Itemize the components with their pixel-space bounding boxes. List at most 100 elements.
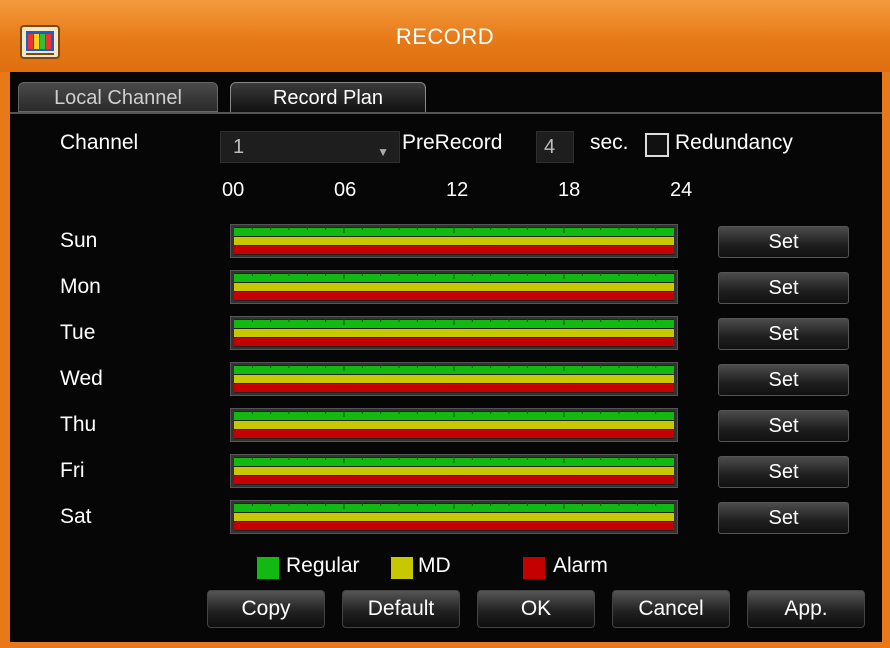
hour-tick <box>545 411 547 414</box>
timeline-wed[interactable] <box>230 362 678 396</box>
timeline-tue[interactable] <box>230 316 678 350</box>
timeline-mon[interactable] <box>230 270 678 304</box>
hour-tick <box>453 227 455 233</box>
hour-tick <box>361 365 363 368</box>
hour-tick <box>563 365 565 371</box>
hour-label-12: 12 <box>446 179 469 201</box>
hour-tick <box>636 411 638 414</box>
hour-tick <box>435 227 437 230</box>
hour-tick <box>306 411 308 414</box>
hour-tick <box>380 273 382 276</box>
hour-tick <box>600 457 602 460</box>
hour-tick <box>581 411 583 414</box>
hour-tick <box>380 227 382 230</box>
hour-tick <box>251 365 253 368</box>
set-button-fri[interactable]: Set <box>718 456 849 488</box>
apply-button[interactable]: App. <box>747 590 865 628</box>
hour-tick <box>655 503 657 506</box>
hour-tick <box>600 411 602 414</box>
timeline-fri[interactable] <box>230 454 678 488</box>
hour-label-18: 18 <box>558 179 581 201</box>
hour-tick <box>251 457 253 460</box>
hour-tick <box>563 273 565 279</box>
legend-swatch-alarm <box>523 557 545 579</box>
copy-button[interactable]: Copy <box>207 590 325 628</box>
hour-tick <box>343 273 345 279</box>
hour-tick <box>471 319 473 322</box>
channel-value: 1 <box>233 136 245 158</box>
redundancy-checkbox[interactable] <box>645 133 669 157</box>
tab-record-plan[interactable]: Record Plan <box>230 82 426 112</box>
hour-tick <box>398 273 400 276</box>
hour-tick <box>655 411 657 414</box>
hour-tick <box>526 273 528 276</box>
hour-tick <box>636 503 638 506</box>
hour-tick <box>490 227 492 230</box>
hour-tick <box>563 319 565 325</box>
hour-tick <box>490 319 492 322</box>
schedule-bars <box>234 365 674 393</box>
hour-tick <box>435 365 437 368</box>
hour-tick <box>655 365 657 368</box>
hour-tick <box>435 411 437 414</box>
hour-tick <box>545 273 547 276</box>
tab-local-channel[interactable]: Local Channel <box>18 82 218 112</box>
hour-tick <box>563 227 565 233</box>
hour-tick <box>251 227 253 230</box>
hour-tick <box>361 319 363 322</box>
ok-button[interactable]: OK <box>477 590 595 628</box>
hour-tick <box>508 411 510 414</box>
hour-tick <box>453 319 455 325</box>
hour-tick <box>600 273 602 276</box>
chevron-down-icon[interactable]: ▼ <box>377 145 389 159</box>
set-button-tue[interactable]: Set <box>718 318 849 350</box>
schedule-segment-alarm <box>234 476 674 484</box>
timeline-sat[interactable] <box>230 500 678 534</box>
hour-tick <box>581 273 583 276</box>
hour-tick <box>618 365 620 368</box>
legend-label-alarm: Alarm <box>553 554 608 577</box>
hour-tick <box>380 503 382 506</box>
hour-tick <box>325 319 327 322</box>
cancel-button[interactable]: Cancel <box>612 590 730 628</box>
hour-tick <box>380 411 382 414</box>
hour-tick <box>416 365 418 368</box>
hour-tick <box>526 319 528 322</box>
hour-tick <box>270 319 272 322</box>
window-title: RECORD <box>395 24 495 49</box>
hour-tick <box>655 319 657 322</box>
hour-tick <box>655 273 657 276</box>
schedule-bars <box>234 273 674 301</box>
hour-tick <box>508 227 510 230</box>
prerecord-input[interactable]: 4 <box>536 131 574 163</box>
day-label-thu: Thu <box>60 413 97 436</box>
hour-tick <box>343 503 345 509</box>
set-button-thu[interactable]: Set <box>718 410 849 442</box>
hour-tick <box>398 365 400 368</box>
hour-tick <box>398 319 400 322</box>
hour-tick <box>325 503 327 506</box>
hour-tick <box>325 273 327 276</box>
schedule-bars <box>234 411 674 439</box>
hour-tick <box>471 273 473 276</box>
hour-tick <box>490 411 492 414</box>
day-label-sun: Sun <box>60 229 98 252</box>
channel-select[interactable]: 1 ▼ <box>220 131 400 163</box>
timeline-thu[interactable] <box>230 408 678 442</box>
hour-tick <box>343 411 345 417</box>
set-button-mon[interactable]: Set <box>718 272 849 304</box>
hour-tick <box>416 227 418 230</box>
legend-swatch-regular <box>257 557 279 579</box>
default-button[interactable]: Default <box>342 590 460 628</box>
set-button-wed[interactable]: Set <box>718 364 849 396</box>
hour-tick <box>618 273 620 276</box>
set-button-sat[interactable]: Set <box>718 502 849 534</box>
schedule-segment-alarm <box>234 430 674 438</box>
schedule-segment-alarm <box>234 246 674 254</box>
hour-tick <box>270 457 272 460</box>
set-button-sun[interactable]: Set <box>718 226 849 258</box>
hour-tick <box>526 227 528 230</box>
hour-tick <box>563 411 565 417</box>
hour-tick <box>251 411 253 414</box>
timeline-sun[interactable] <box>230 224 678 258</box>
